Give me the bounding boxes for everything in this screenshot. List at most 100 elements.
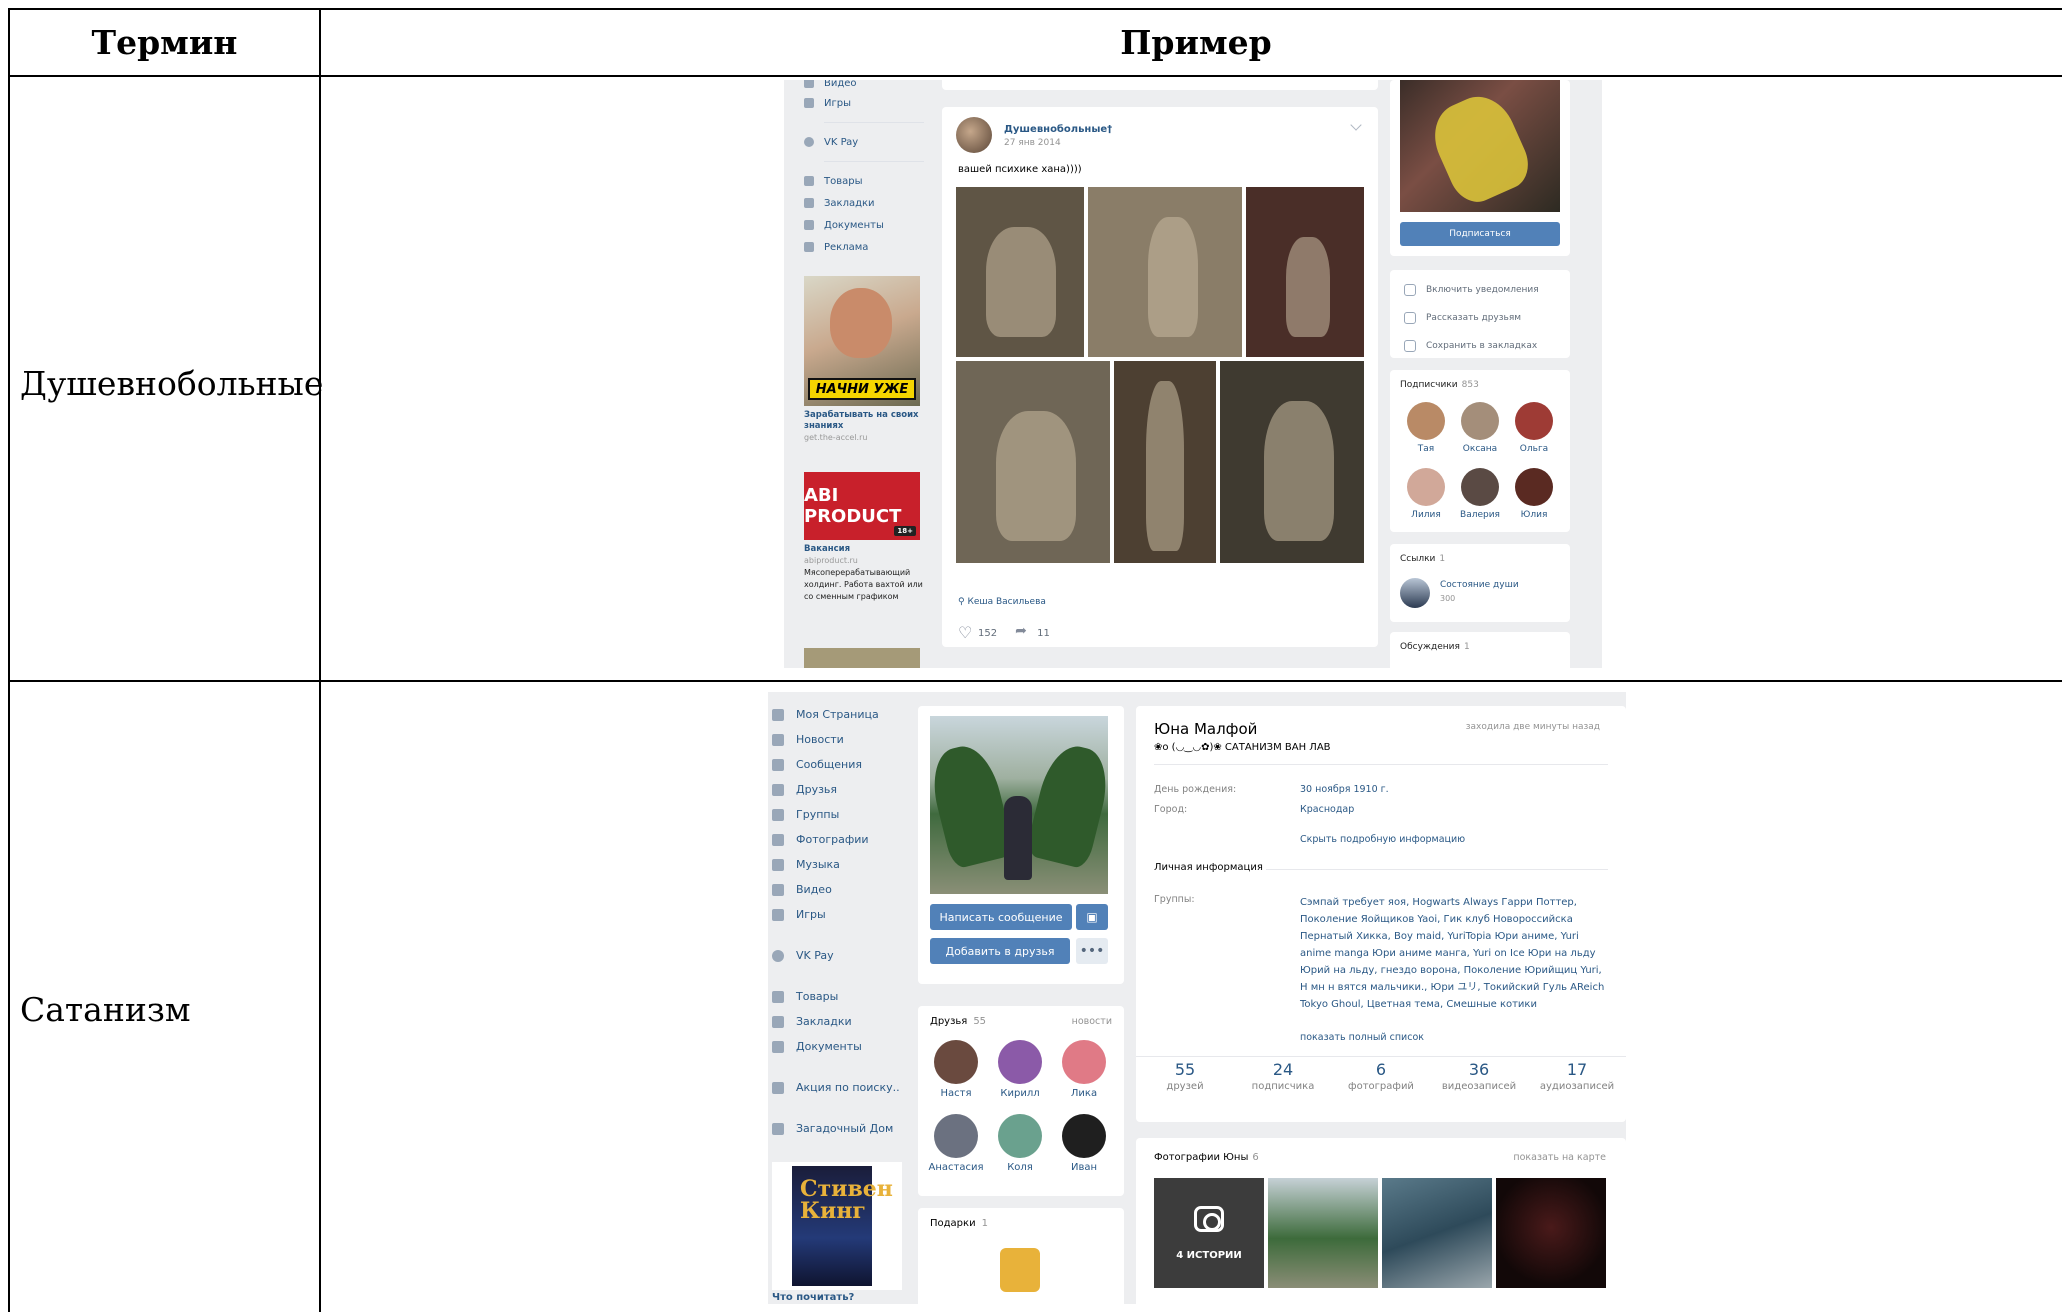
music-icon xyxy=(772,858,784,871)
bookmark-action[interactable]: Сохранить в закладках xyxy=(1404,340,1537,352)
avatar[interactable] xyxy=(956,117,992,153)
sidebar-item-documents[interactable]: Документы xyxy=(804,214,930,236)
post-photo[interactable] xyxy=(1220,361,1364,563)
notifications-action[interactable]: Включить уведомления xyxy=(1404,284,1539,296)
sidebar-item-goods[interactable]: Товары xyxy=(768,984,908,1009)
sidebar-item-bookmarks[interactable]: Закладки xyxy=(804,192,930,214)
ad-block-1[interactable]: НАЧНИ УЖЕ Зарабатывать на своих знаниях … xyxy=(804,276,924,444)
friend-item[interactable]: Коля xyxy=(988,1114,1052,1173)
stories-thumb[interactable]: 4 ИСТОРИИ xyxy=(1154,1178,1264,1288)
friend-item[interactable]: Анастасия xyxy=(924,1114,988,1173)
chevron-down-icon[interactable] xyxy=(1350,119,1362,131)
sidebar-item-messages[interactable]: Сообщения xyxy=(768,752,908,777)
counter-audio[interactable]: 17 аудиозаписей xyxy=(1528,1060,1626,1120)
sidebar-item-bookmarks[interactable]: Закладки xyxy=(768,1009,908,1034)
member[interactable]: Тая xyxy=(1398,402,1454,454)
sidebar-item-goods[interactable]: Товары xyxy=(804,170,930,192)
friends-news-link[interactable]: новости xyxy=(1072,1016,1112,1027)
friend-item[interactable]: Кирилл xyxy=(988,1040,1052,1099)
show-all-link[interactable]: показать полный список xyxy=(1300,1032,1424,1043)
ad-block-2[interactable]: ABI PRODUCT 18+ Вакансия abiproduct.ru М… xyxy=(804,472,924,603)
member[interactable]: Оксана xyxy=(1452,402,1508,454)
post-author[interactable]: Душевнобольные† xyxy=(1004,124,1112,135)
friend-item[interactable]: Лика xyxy=(1052,1040,1116,1099)
member[interactable]: Юлия xyxy=(1506,468,1562,520)
show-on-map-link[interactable]: показать на карте xyxy=(1513,1152,1606,1163)
ad-title[interactable]: Вакансия xyxy=(804,544,924,555)
goods-icon xyxy=(804,176,814,186)
sidebar-item-documents[interactable]: Документы xyxy=(768,1034,908,1059)
sidebar-item-vkpay[interactable]: VK Pay xyxy=(768,943,908,968)
book-caption[interactable]: Что почитать? xyxy=(772,1292,854,1303)
sidebar-item-friends[interactable]: Друзья xyxy=(768,777,908,802)
share-button[interactable]: 11 xyxy=(1015,623,1050,639)
counter-friends[interactable]: 55 друзей xyxy=(1136,1060,1234,1120)
gift-button[interactable]: ▣ xyxy=(1076,904,1108,930)
sidebar-item-news[interactable]: Новости xyxy=(768,727,908,752)
profile-photo[interactable] xyxy=(930,716,1108,894)
sidebar-item-music[interactable]: Музыка xyxy=(768,852,908,877)
sidebar-item-groups[interactable]: Группы xyxy=(768,802,908,827)
add-friend-button[interactable]: Добавить в друзья xyxy=(930,938,1070,964)
city-value[interactable]: Краснодар xyxy=(1300,804,1354,815)
book-ad[interactable]: Стивен Кинг xyxy=(772,1162,902,1290)
links-title[interactable]: Ссылки 1 xyxy=(1400,554,1445,564)
share-friends-action[interactable]: Рассказать друзьям xyxy=(1404,312,1521,324)
screenshot-community-post: Видео Игры VK Pay Товары Закладки Докуме… xyxy=(784,80,1602,668)
like-button[interactable]: 152 xyxy=(958,623,997,642)
friend-item[interactable]: Иван xyxy=(1052,1114,1116,1173)
post-photo[interactable] xyxy=(1246,187,1364,357)
sidebar-item-vkpay[interactable]: VK Pay xyxy=(804,131,930,153)
member[interactable]: Валерия xyxy=(1452,468,1508,520)
member[interactable]: Лилия xyxy=(1398,468,1454,520)
photos-title[interactable]: Фотографии Юны 6 xyxy=(1154,1152,1259,1163)
photo-thumb[interactable] xyxy=(1496,1178,1606,1288)
counter-followers[interactable]: 24 подписчика xyxy=(1234,1060,1332,1120)
post-date[interactable]: 27 янв 2014 xyxy=(1004,138,1061,148)
subscribe-button[interactable]: Подписаться xyxy=(1400,222,1560,246)
discussions-title[interactable]: Обсуждения 1 xyxy=(1400,642,1470,652)
actions-card: Включить уведомления Рассказать друзьям … xyxy=(1390,270,1570,358)
counter-videos[interactable]: 36 видеозаписей xyxy=(1430,1060,1528,1120)
sidebar-item-photos[interactable]: Фотографии xyxy=(768,827,908,852)
profile-status[interactable]: ❀o (◡‿◡✿)❀ САТАНИЗМ ВАН ЛАВ xyxy=(1154,742,1331,753)
gift-icon[interactable] xyxy=(1000,1248,1040,1292)
link-name[interactable]: Состояние души xyxy=(1440,580,1519,590)
sidebar-item-video[interactable]: Видео xyxy=(768,877,908,902)
sidebar-item-games[interactable]: Игры xyxy=(768,902,908,927)
post-signature[interactable]: ⚲ Кеша Васильева xyxy=(958,597,1046,607)
photo-thumb[interactable] xyxy=(1268,1178,1378,1288)
friends-card: Друзья 55 новости Настя Кирилл Лика Анаст… xyxy=(918,1006,1124,1196)
screenshot-user-profile: Моя Страница Новости Сообщения Друзья Гр… xyxy=(768,692,1626,1304)
avatar xyxy=(1515,402,1553,440)
sidebar-item-search-action[interactable]: Акция по поиску.. xyxy=(768,1075,908,1100)
sidebar-item-games[interactable]: Игры xyxy=(804,92,930,114)
post-photo[interactable] xyxy=(956,361,1110,563)
sidebar-item-video[interactable]: Видео xyxy=(804,80,930,92)
birthday-value[interactable]: 30 ноября 1910 г. xyxy=(1300,784,1389,795)
members-title[interactable]: Подписчики 853 xyxy=(1400,380,1479,390)
share-icon xyxy=(1015,623,1031,639)
figure xyxy=(1148,217,1198,337)
write-message-button[interactable]: Написать сообщение xyxy=(930,904,1072,930)
sidebar-item-mystery-house[interactable]: Загадочный Дом xyxy=(768,1116,908,1141)
counter-photos[interactable]: 6 фотографий xyxy=(1332,1060,1430,1120)
hide-info-link[interactable]: Скрыть подробную информацию xyxy=(1300,834,1465,845)
post-photo[interactable] xyxy=(1114,361,1216,563)
member[interactable]: Ольга xyxy=(1506,402,1562,454)
link-avatar[interactable] xyxy=(1400,578,1430,608)
more-button[interactable]: ••• xyxy=(1076,938,1108,964)
groups-list[interactable]: Сэмпай требует яоя, Hogwarts Always Гарр… xyxy=(1300,894,1610,1013)
photo-thumb[interactable] xyxy=(1382,1178,1492,1288)
post-photo[interactable] xyxy=(1088,187,1242,357)
avatar xyxy=(1461,468,1499,506)
ad-title[interactable]: Зарабатывать на своих знаниях xyxy=(804,410,924,432)
sidebar-item-my-page[interactable]: Моя Страница xyxy=(768,702,908,727)
post-photo[interactable] xyxy=(956,187,1084,357)
friend-item[interactable]: Настя xyxy=(924,1040,988,1099)
gifts-title[interactable]: Подарки 1 xyxy=(930,1218,988,1229)
city-label: Город: xyxy=(1154,804,1188,815)
sidebar-item-ads[interactable]: Реклама xyxy=(804,236,930,258)
friends-title[interactable]: Друзья 55 xyxy=(930,1016,986,1027)
